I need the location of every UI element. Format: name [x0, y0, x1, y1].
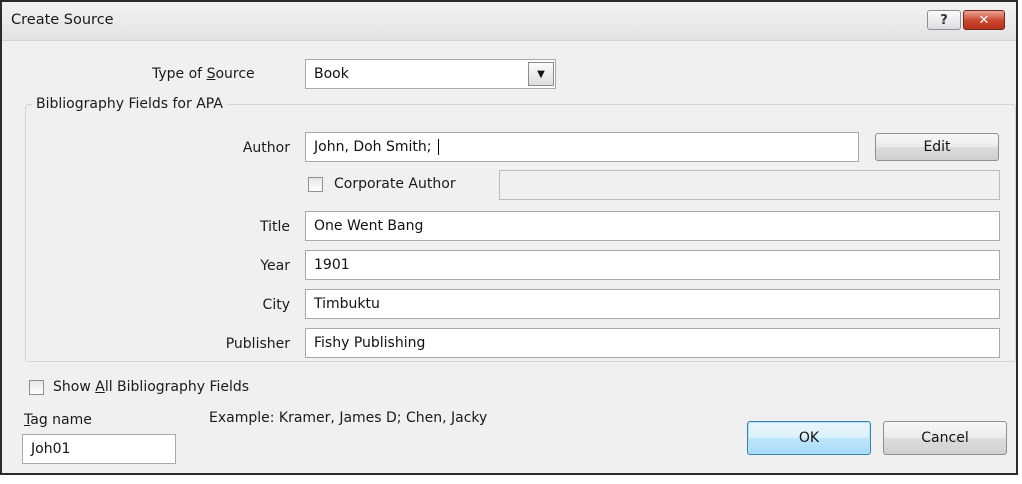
title-bar: Create Source ? ✕: [2, 2, 1016, 41]
edit-button-label: Edit: [923, 139, 951, 155]
tag-name-input[interactable]: Joh01: [22, 434, 176, 464]
type-of-source-label-prefix: Type of: [152, 66, 207, 82]
dialog-title: Create Source: [11, 12, 114, 28]
tag-name-label: Tag name: [24, 412, 92, 428]
city-input[interactable]: Timbuktu: [305, 289, 1000, 319]
title-input[interactable]: One Went Bang: [305, 211, 1000, 241]
type-of-source-label: Type of Source: [152, 66, 255, 82]
ok-button-label: OK: [798, 430, 820, 446]
type-of-source-dropdown-button[interactable]: ▼: [528, 62, 554, 86]
type-of-source-select[interactable]: Book: [305, 59, 556, 89]
show-all-suffix: ll Bibliography Fields: [104, 379, 250, 395]
close-button[interactable]: ✕: [963, 10, 1005, 30]
author-input[interactable]: John, Doh Smith;: [305, 132, 859, 162]
year-label: Year: [260, 258, 290, 274]
help-icon: ?: [940, 12, 948, 28]
group-title: Bibliography Fields for APA: [32, 96, 227, 112]
show-all-fields-checkbox[interactable]: [29, 380, 44, 395]
corporate-author-label: Corporate Author: [334, 176, 456, 192]
tag-name-value: Joh01: [31, 441, 71, 457]
corporate-author-input[interactable]: [499, 170, 1000, 200]
corporate-author-checkbox[interactable]: [308, 177, 323, 192]
publisher-label: Publisher: [225, 336, 290, 352]
close-icon: ✕: [978, 12, 990, 28]
author-label: Author: [242, 140, 290, 156]
cancel-button-label: Cancel: [921, 430, 969, 446]
show-all-fields-label: Show All Bibliography Fields: [53, 379, 249, 395]
example-text: Example: Kramer, James D; Chen, Jacky: [209, 410, 488, 426]
show-all-accel: A: [95, 379, 105, 395]
show-all-prefix: Show: [53, 379, 96, 395]
type-of-source-label-suffix: ource: [215, 66, 255, 82]
publisher-value: Fishy Publishing: [314, 335, 426, 351]
publisher-input[interactable]: Fishy Publishing: [305, 328, 1000, 358]
help-button[interactable]: ?: [927, 10, 961, 30]
city-value: Timbuktu: [314, 296, 380, 312]
city-label: City: [262, 297, 290, 313]
author-value: John, Doh Smith;: [314, 139, 432, 155]
create-source-dialog: Create Source ? ✕ Type of Source Book ▼ …: [0, 0, 1018, 475]
ok-button[interactable]: OK: [747, 421, 871, 455]
text-cursor: [437, 139, 439, 155]
title-label: Title: [259, 219, 290, 235]
tag-name-rest: ag name: [30, 412, 92, 428]
chevron-down-icon: ▼: [537, 68, 545, 80]
edit-author-button[interactable]: Edit: [875, 133, 999, 161]
type-of-source-value: Book: [314, 66, 349, 82]
year-value: 1901: [314, 257, 350, 273]
year-input[interactable]: 1901: [305, 250, 1000, 280]
title-value: One Went Bang: [314, 218, 424, 234]
cancel-button[interactable]: Cancel: [883, 421, 1007, 455]
